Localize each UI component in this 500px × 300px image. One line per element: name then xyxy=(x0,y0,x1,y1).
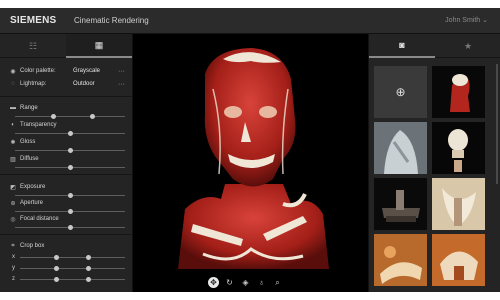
thumb-skull[interactable] xyxy=(432,122,485,174)
slider-knob[interactable] xyxy=(54,255,60,260)
crop-y-slider[interactable] xyxy=(20,265,125,272)
crop-x-label: x xyxy=(12,254,15,260)
divider xyxy=(0,234,133,235)
range-label: Range xyxy=(20,105,38,111)
lightmap-more-icon[interactable]: ··· xyxy=(118,78,125,90)
lightmap-value[interactable]: Outdoor xyxy=(73,78,95,90)
viewport-toolbar: ✥ ↻ ◈ ♁ ⌕ xyxy=(208,277,283,288)
gloss-icon: ✺ xyxy=(10,139,16,146)
exposure-icon: ◩ xyxy=(10,184,16,191)
tab-sliders[interactable]: ☷ xyxy=(0,34,66,58)
slider-knob[interactable] xyxy=(67,148,73,153)
siemens-logo: SIEMENS xyxy=(10,15,57,26)
star-icon: ★ xyxy=(463,40,473,51)
gloss-label: Gloss xyxy=(20,139,36,145)
exposure-label: Exposure xyxy=(20,184,46,190)
crop-box-label: Crop box xyxy=(20,243,45,249)
slider-knob[interactable] xyxy=(67,225,73,230)
crop-box-row: ⌗ Crop box xyxy=(9,240,44,252)
slider-knob[interactable] xyxy=(67,165,73,170)
range-icon: ▬ xyxy=(10,105,16,111)
thumb-orange-skull[interactable] xyxy=(432,234,485,286)
color-palette-value[interactable]: Grayscale xyxy=(73,65,100,77)
light-icon[interactable]: ♁ xyxy=(256,277,267,288)
crop-x-slider[interactable] xyxy=(20,254,125,261)
slider-knob[interactable] xyxy=(85,266,91,271)
color-palette-row: ◉ Color palette: xyxy=(9,65,56,77)
tab-favorites[interactable]: ★ xyxy=(435,34,500,58)
crop-y-label: y xyxy=(12,265,15,271)
slider-knob[interactable] xyxy=(67,131,73,136)
crop-icon: ⌗ xyxy=(11,242,15,249)
focal-distance-label: Focal distance xyxy=(20,216,59,222)
tab-snapshots[interactable]: ◙ xyxy=(369,34,435,58)
slider-knob[interactable] xyxy=(67,193,73,198)
color-palette-label: Color palette: xyxy=(20,68,56,74)
left-panel: ☷ ▦ ◉ Color palette: Grayscale ··· ◌ Lig… xyxy=(0,34,133,292)
left-tabs: ☷ ▦ xyxy=(0,34,133,58)
slider-knob[interactable] xyxy=(89,114,95,119)
diffuse-label: Diffuse xyxy=(20,156,39,162)
grid-icon: ▦ xyxy=(94,39,104,50)
right-tabs: ◙ ★ xyxy=(369,34,500,58)
divider xyxy=(0,96,133,97)
user-menu[interactable]: John Smith ⌄ xyxy=(445,16,488,24)
slider-knob[interactable] xyxy=(54,277,60,282)
move-icon[interactable]: ✥ xyxy=(208,277,219,288)
app-window: SIEMENS Cinematic Rendering John Smith ⌄… xyxy=(0,8,500,292)
slider-knob[interactable] xyxy=(54,266,60,271)
add-snapshot-button[interactable]: ⊕ xyxy=(374,66,427,118)
anatomy-render xyxy=(178,48,329,269)
bulb-icon: ◌ xyxy=(11,81,15,87)
zoom-icon[interactable]: ⌕ xyxy=(272,277,283,288)
thumb-dark-spine[interactable] xyxy=(374,178,427,230)
thumb-red-head[interactable] xyxy=(432,66,485,118)
slider-knob[interactable] xyxy=(67,209,73,214)
color-palette-more-icon[interactable]: ··· xyxy=(118,65,125,77)
tab-grid[interactable]: ▦ xyxy=(66,34,132,58)
diffuse-icon: ▨ xyxy=(10,156,16,163)
rotate-icon[interactable]: ↻ xyxy=(224,277,235,288)
crop-z-slider[interactable] xyxy=(20,276,125,283)
app-title: Cinematic Rendering xyxy=(74,16,149,25)
transparency-icon: ◐ xyxy=(11,122,15,128)
diffuse-slider[interactable] xyxy=(15,164,125,171)
thumb-spine-light[interactable] xyxy=(432,178,485,230)
focal-distance-slider[interactable] xyxy=(15,224,125,231)
lightmap-label: Lightmap: xyxy=(20,81,47,87)
aperture-icon: ⊛ xyxy=(10,200,16,207)
crop-z-label: z xyxy=(12,276,15,282)
thumb-orange-bone[interactable] xyxy=(374,234,427,286)
aperture-label: Aperture xyxy=(20,200,44,206)
top-bar: SIEMENS Cinematic Rendering John Smith ⌄ xyxy=(0,8,500,34)
thumb-gray-neck[interactable] xyxy=(374,122,427,174)
focal-icon: ◎ xyxy=(10,216,16,223)
divider xyxy=(0,174,133,175)
camera-icon: ◙ xyxy=(399,40,405,50)
lightmap-row: ◌ Lightmap: xyxy=(9,78,46,90)
slider-knob[interactable] xyxy=(85,255,91,260)
add-camera-icon: ⊕ xyxy=(395,85,406,99)
layers-icon[interactable]: ◈ xyxy=(240,277,251,288)
right-panel: ◙ ★ ⊕ xyxy=(368,34,500,292)
scrollbar[interactable] xyxy=(496,64,498,184)
transparency-label: Transparency xyxy=(20,122,57,128)
palette-icon: ◉ xyxy=(10,68,16,75)
render-viewport[interactable]: ✥ ↻ ◈ ♁ ⌕ xyxy=(133,34,368,292)
slider-knob[interactable] xyxy=(85,277,91,282)
sliders-icon: ☷ xyxy=(28,40,38,51)
